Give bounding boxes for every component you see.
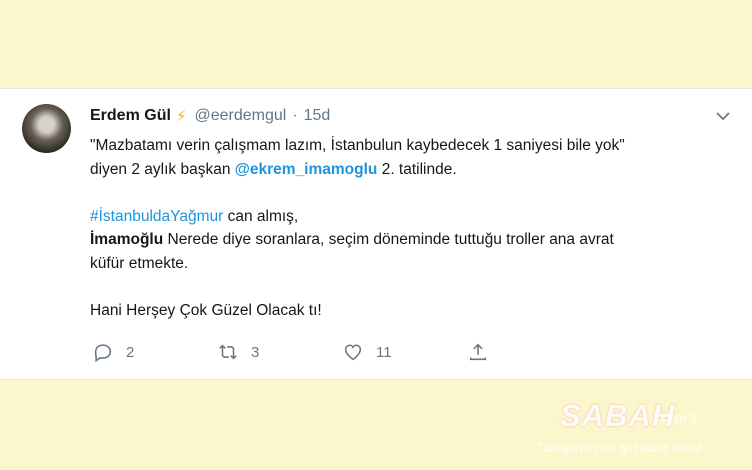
- speech-bubble-icon: [94, 344, 112, 363]
- retweet-button[interactable]: 3: [217, 341, 342, 363]
- author-name[interactable]: Erdem Gül: [90, 107, 171, 125]
- chevron-down-icon[interactable]: [716, 111, 730, 121]
- hashtag-link[interactable]: #İstanbuldaYağmur: [90, 208, 223, 225]
- timestamp[interactable]: 15d: [304, 107, 331, 125]
- like-count: 11: [376, 343, 392, 361]
- like-button[interactable]: 11: [342, 341, 467, 363]
- mention-link[interactable]: @ekrem_imamoglu: [235, 161, 378, 178]
- avatar[interactable]: [22, 104, 71, 153]
- lightning-bolt-icon: ⚡: [175, 108, 187, 125]
- retweet-arrows-icon: [219, 344, 237, 360]
- sabah-tagline: Türkiye'nin en iyi haber sitesi: [535, 440, 702, 455]
- heart-icon: [344, 344, 362, 361]
- share-upload-icon: [469, 343, 487, 361]
- tweet-header: Erdem Gül ⚡ @eerdemgul · 15d: [90, 107, 330, 125]
- tweet-card[interactable]: Erdem Gül ⚡ @eerdemgul · 15d "Mazbatamı …: [0, 88, 752, 380]
- tweet-line-5: küfür etmekte.: [90, 254, 189, 272]
- author-handle[interactable]: @eerdemgul: [194, 107, 286, 125]
- sabah-domain: .com.tr: [658, 410, 698, 425]
- reply-count: 2: [126, 343, 135, 361]
- tweet-line-2-post: 2. tatilinde.: [381, 160, 457, 178]
- tweet-line-6: Hani Herşey Çok Güzel Olacak tı!: [90, 301, 322, 319]
- tweet-text: "Mazbatamı verin çalışmam lazım, İstanbu…: [90, 134, 750, 322]
- retweet-count: 3: [251, 343, 260, 361]
- share-button[interactable]: [467, 341, 489, 363]
- tweet-line-1: "Mazbatamı verin çalışmam lazım, İstanbu…: [90, 137, 625, 154]
- bold-name: İmamoğlu: [90, 231, 164, 248]
- tweet-line-2-pre: diyen 2 aylık başkan: [90, 160, 231, 178]
- separator: ·: [292, 107, 298, 124]
- tweet-line-3-post: can almış,: [227, 207, 299, 225]
- tweet-actions: 2 3 11: [92, 341, 489, 363]
- tweet-line-4-post: Nerede diye soranlara, seçim döneminde t…: [167, 231, 614, 248]
- reply-button[interactable]: 2: [92, 341, 217, 363]
